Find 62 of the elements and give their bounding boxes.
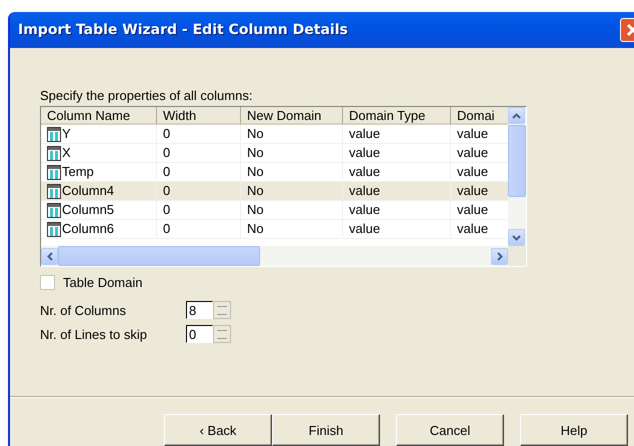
table-cell: No <box>241 220 343 238</box>
scroll-down-icon[interactable] <box>508 229 525 246</box>
dialog-button[interactable]: Help <box>520 414 628 446</box>
scroll-left-icon[interactable] <box>41 248 58 264</box>
table-cell: No <box>241 182 343 200</box>
column-icon <box>47 164 61 180</box>
dialog-button[interactable]: ‹ Back <box>164 414 272 446</box>
dialog-button[interactable]: Cancel <box>396 414 504 446</box>
dialog-button[interactable]: Finish <box>272 414 380 446</box>
table-cell: Column6 <box>62 220 114 238</box>
table-cell: 0 <box>157 182 241 200</box>
table-cell: value <box>343 125 451 143</box>
column-icon <box>47 222 61 236</box>
scrollbar-corner <box>508 246 526 266</box>
table-row[interactable]: X 0 No value value <box>41 144 508 163</box>
window-title: Import Table Wizard - Edit Column Details <box>18 22 348 38</box>
table-cell: Temp <box>62 163 94 181</box>
table-cell: 0 <box>157 163 241 181</box>
table-row[interactable]: Column6 0 No value value <box>41 220 508 239</box>
scroll-up-icon[interactable] <box>508 107 525 124</box>
column-icon <box>47 126 61 142</box>
column-icon <box>47 184 61 198</box>
table-row[interactable]: Column5 0 No value value <box>41 201 508 220</box>
table-cell: value <box>343 182 451 200</box>
column-header[interactable]: Domain Type <box>343 107 451 125</box>
table-cell: value <box>343 201 451 219</box>
number-field[interactable]: 8 <box>186 301 213 319</box>
field-label: Nr. of Lines to skip <box>40 326 148 342</box>
number-field[interactable]: 0 <box>186 325 213 343</box>
field-label: Nr. of Columns <box>40 302 127 318</box>
table-cell: value <box>343 220 451 238</box>
table-cell: No <box>241 163 343 181</box>
column-header[interactable]: New Domain <box>241 107 343 125</box>
table-cell: value <box>343 163 451 181</box>
checkbox-label: Table Domain <box>63 275 142 290</box>
table-cell: 0 <box>157 201 241 219</box>
table-cell: No <box>241 201 343 219</box>
spinner-arrows-icon[interactable] <box>213 301 231 319</box>
table-cell: No <box>241 125 343 143</box>
spinner-arrows-icon[interactable] <box>213 325 231 343</box>
scroll-right-icon[interactable] <box>491 248 508 264</box>
vertical-scrollbar[interactable] <box>508 107 526 246</box>
table-cell: 0 <box>157 125 241 143</box>
column-icon <box>47 202 61 218</box>
column-header[interactable]: Domai <box>451 107 508 125</box>
table-cell: value <box>343 144 451 162</box>
table-cell: 0 <box>157 220 241 238</box>
table-cell: Y <box>62 125 71 143</box>
table-row[interactable]: Column4 0 No value value <box>41 182 508 201</box>
table-cell: Column5 <box>62 201 114 219</box>
column-header[interactable]: Width <box>157 107 241 125</box>
table-cell: X <box>62 144 71 162</box>
column-icon <box>47 146 61 160</box>
table-cell: Column4 <box>62 182 114 200</box>
table-cell: 0 <box>157 144 241 162</box>
horizontal-scrollbar[interactable] <box>41 246 508 266</box>
column-header[interactable]: Column Name <box>41 107 157 125</box>
table-row[interactable]: Y 0 No value value <box>41 125 508 144</box>
table-row[interactable]: Temp 0 No value value <box>41 163 508 182</box>
instruction-text: Specify the properties of all columns: <box>40 88 254 103</box>
table-cell: No <box>241 144 343 162</box>
checkbox[interactable] <box>40 275 55 290</box>
